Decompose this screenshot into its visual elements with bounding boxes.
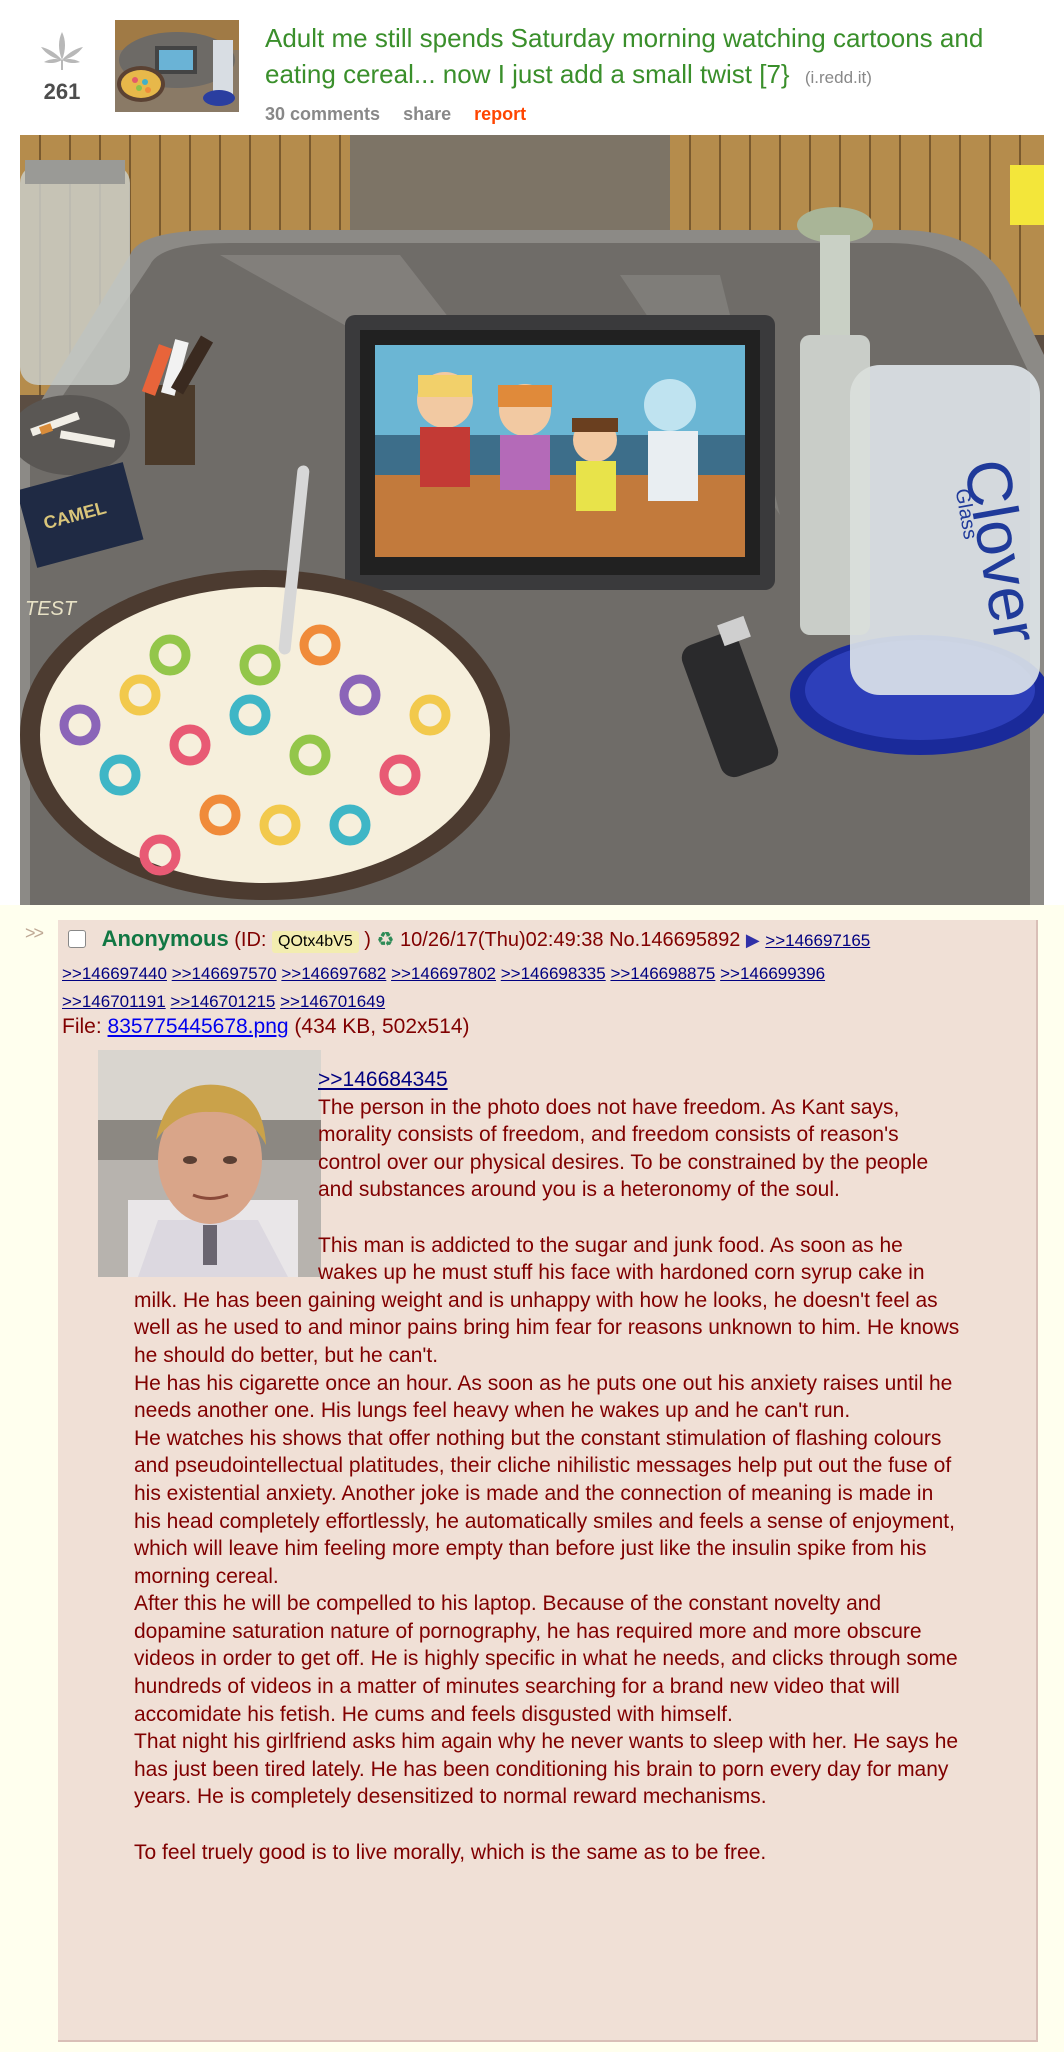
post-thumbnail[interactable] xyxy=(115,20,239,112)
backlink[interactable]: >>146699396 xyxy=(720,964,825,983)
post-message: >>146684345 The person in the photo does… xyxy=(134,1066,964,1866)
poster-id[interactable]: QOtx4bV5 xyxy=(272,931,359,953)
backlink[interactable]: >>146697165 xyxy=(765,931,870,950)
file-link[interactable]: 835775445678.png xyxy=(108,1015,289,1038)
file-meta: (434 KB, 502x514) xyxy=(294,1015,470,1038)
comments-link[interactable]: 30 comments xyxy=(265,104,380,124)
post-menu-icon[interactable]: ▶ xyxy=(746,930,760,950)
poster-name: Anonymous xyxy=(101,926,229,951)
vote-box: 261 xyxy=(34,30,90,105)
post-score: 261 xyxy=(43,79,81,104)
backlink[interactable]: >>146697440 xyxy=(62,964,167,983)
backlink[interactable]: >>146701649 xyxy=(280,992,385,1011)
file-info: File: 835775445678.png (434 KB, 502x514) xyxy=(62,1015,470,1039)
backlinks: >>146697440 >>146697570 >>146697682 >>14… xyxy=(62,960,1032,1016)
post-paragraph: To feel truely good is to live morally, … xyxy=(134,1840,767,1864)
recycle-icon: ♻ xyxy=(376,929,395,951)
post-actions: 30 comments share report xyxy=(265,104,544,125)
backlink[interactable]: >>146701191 xyxy=(62,992,166,1011)
backlink[interactable]: >>146697682 xyxy=(281,964,386,983)
post-title-text[interactable]: Adult me still spends Saturday morning w… xyxy=(265,23,983,89)
id-suffix: ) xyxy=(364,929,371,951)
reddit-post-header: 261 Adult me still spends Saturday morni… xyxy=(0,0,1064,132)
backlink[interactable]: >>146698335 xyxy=(501,964,606,983)
post-side-arrows: >> xyxy=(25,923,44,943)
leaf-icon[interactable] xyxy=(39,30,85,72)
post-datetime: 10/26/17(Thu)02:49:38 xyxy=(400,929,604,951)
post-number[interactable]: No.146695892 xyxy=(609,929,740,951)
thumbnail-spacer xyxy=(98,1066,318,1262)
backlink[interactable]: >>146698875 xyxy=(610,964,715,983)
post-paragraph: He has his cigarette once an hour. As so… xyxy=(134,1371,953,1423)
backlink[interactable]: >>146701215 xyxy=(170,992,275,1011)
post-title[interactable]: Adult me still spends Saturday morning w… xyxy=(265,20,1045,96)
post-checkbox[interactable] xyxy=(68,929,86,948)
share-link[interactable]: share xyxy=(403,104,451,124)
backlink[interactable]: >>146697802 xyxy=(391,964,496,983)
post-paragraph: He watches his shows that offer nothing … xyxy=(134,1426,955,1588)
id-prefix: (ID: xyxy=(234,929,267,951)
post-paragraph: That night his girlfriend asks him again… xyxy=(134,1730,959,1809)
post-info: Anonymous (ID: QOtx4bV5 ) ♻ 10/26/17(Thu… xyxy=(62,925,1032,955)
post-paragraph: After this he will be compelled to his l… xyxy=(134,1592,958,1726)
post-image[interactable]: CAMEL TEST Clover Glass xyxy=(20,135,1044,905)
quote-link[interactable]: >>146684345 xyxy=(318,1068,448,1091)
book-text: TEST xyxy=(25,598,78,620)
file-label: File: xyxy=(62,1015,102,1038)
backlink[interactable]: >>146697570 xyxy=(172,964,277,983)
post-domain[interactable]: (i.redd.it) xyxy=(805,68,872,87)
report-link[interactable]: report xyxy=(474,104,526,124)
